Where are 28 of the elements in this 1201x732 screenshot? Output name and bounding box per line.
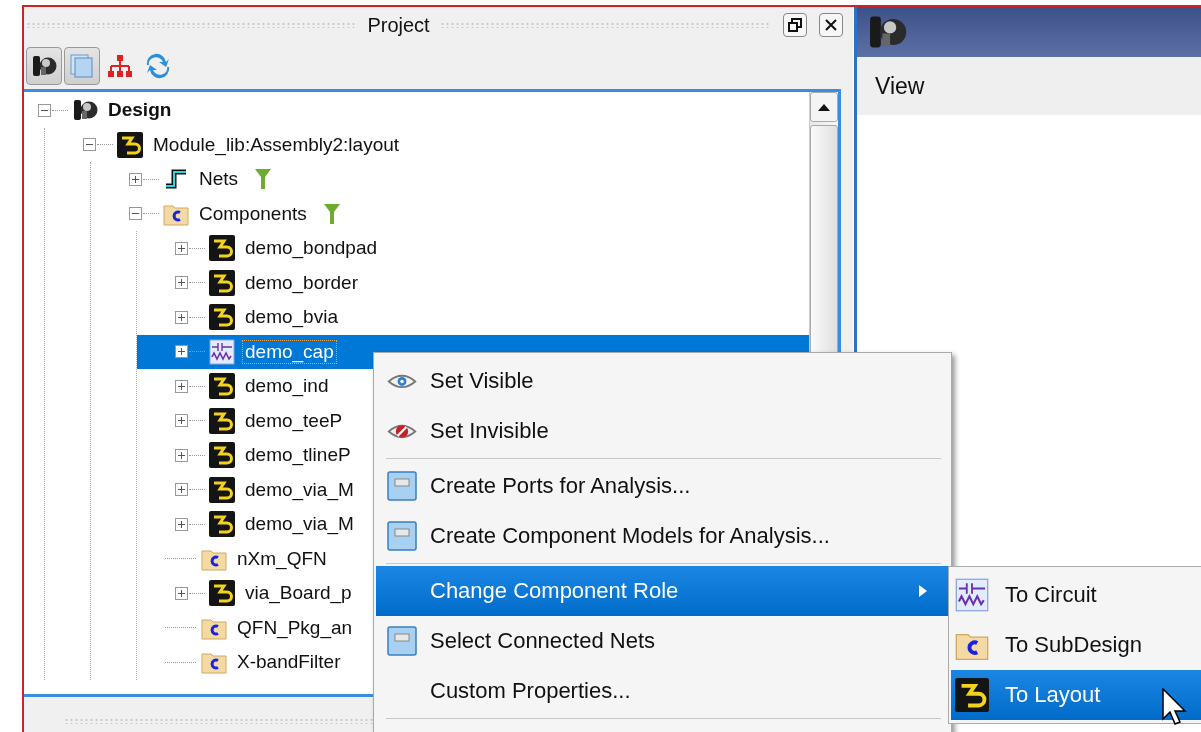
tree-item-label: Components	[198, 202, 308, 225]
menu-item-label: Create Component Models for Analysis...	[430, 523, 830, 549]
tree-item-label: demo_border	[244, 271, 360, 294]
tree-item-label: nXm_QFN	[236, 547, 328, 570]
menu-item-label: To Layout	[1005, 682, 1101, 708]
tree-item-label: X-bandFilter	[236, 651, 342, 674]
panel-title: Project	[367, 13, 430, 37]
tree-item-label: demo_teeP	[244, 409, 344, 432]
menu-item-label: Select Connected Nets	[430, 628, 656, 654]
menu-item-label: To Circuit	[1005, 582, 1097, 608]
menu-item-label: Custom Properties...	[430, 678, 631, 704]
tree-item-label: demo_tlineP	[244, 444, 352, 467]
menu-item-label: Create Ports for Analysis...	[430, 473, 691, 499]
tree-item-label: Design	[107, 99, 173, 122]
tree-item-label: demo_via_M	[244, 513, 355, 536]
menu-item-label: Set Visible	[430, 368, 534, 394]
tree-item-label: demo_ind	[244, 375, 330, 398]
tree-item-label: demo_via_M	[244, 478, 355, 501]
tree-item-label: demo_bvia	[244, 306, 339, 329]
tree-item-label: Module_lib:Assembly2:layout	[152, 133, 401, 156]
menu-item-label: To SubDesign	[1005, 632, 1142, 658]
tree-item-label: demo_cap	[243, 340, 336, 363]
tree-item-label: demo_bondpad	[244, 237, 379, 260]
tree-item-label: Nets	[198, 168, 240, 191]
tree-item-label: QFN_Pkg_an	[236, 616, 354, 639]
menu-item-label: Change Component Role	[430, 578, 679, 604]
tree-item-label: via_Board_p	[244, 582, 353, 605]
menu-item-label: Set Invisible	[430, 418, 549, 444]
